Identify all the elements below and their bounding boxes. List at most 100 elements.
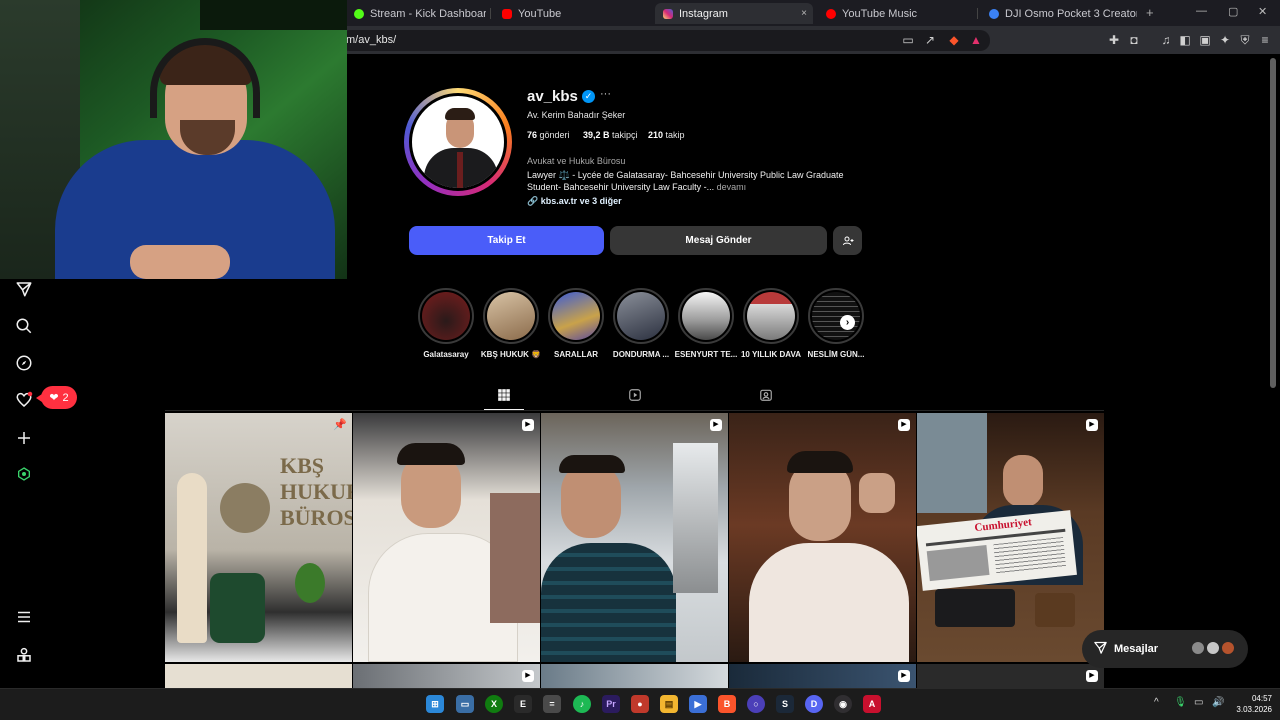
- highlight-esenyurt[interactable]: ESENYURT TE...: [675, 288, 737, 359]
- post-row2-3[interactable]: [541, 664, 728, 688]
- menu-icon[interactable]: ≡: [1257, 32, 1273, 48]
- leo-ai-icon[interactable]: ✦: [1217, 32, 1233, 48]
- notification-badge[interactable]: ❤ 2: [36, 386, 77, 409]
- obs-icon[interactable]: ◉: [834, 695, 852, 713]
- notifications-heart-icon[interactable]: [14, 391, 34, 411]
- cortana-icon[interactable]: ○: [747, 695, 765, 713]
- tab-dji-osmo[interactable]: DJI Osmo Pocket 3 Creator Combo: [981, 3, 1137, 24]
- media-icon[interactable]: ▶: [689, 695, 707, 713]
- post-pinned[interactable]: KBŞ HUKUK BÜROSU 📌: [165, 413, 352, 662]
- reels-tab[interactable]: [626, 388, 644, 404]
- tab-youtube-music[interactable]: YouTube Music: [818, 3, 973, 24]
- highlight-neslim-gun[interactable]: NESLİM GÜN...: [808, 288, 864, 359]
- explore-compass-icon[interactable]: [14, 354, 34, 374]
- cast-icon[interactable]: ▭: [900, 32, 916, 48]
- close-tab-icon[interactable]: ×: [801, 8, 807, 19]
- direct-message-icon: [1093, 640, 1108, 658]
- tab-divider: [490, 8, 491, 19]
- steam-icon[interactable]: S: [776, 695, 794, 713]
- calculator-icon[interactable]: =: [543, 695, 561, 713]
- chair: [490, 493, 540, 623]
- recorder-icon[interactable]: ●: [631, 695, 649, 713]
- highlight-sarallar[interactable]: SARALLAR: [548, 288, 604, 359]
- xbox-icon[interactable]: X: [485, 695, 503, 713]
- share-icon[interactable]: ↗: [922, 32, 938, 48]
- posts-grid-tab[interactable]: [495, 388, 513, 404]
- threads-logo-icon[interactable]: [14, 466, 34, 486]
- file-explorer-icon[interactable]: ▤: [660, 695, 678, 713]
- post-reel-4[interactable]: Cumhuriyet ▶: [917, 413, 1104, 662]
- post-reel-3[interactable]: ▶: [729, 413, 916, 662]
- address-field[interactable]: [340, 30, 990, 51]
- tab-kick-dashboard[interactable]: Stream - Kick Dashboard: [346, 3, 486, 24]
- amd-icon[interactable]: A: [863, 695, 881, 713]
- tagged-tab[interactable]: [757, 388, 775, 404]
- premiere-icon[interactable]: Pr: [602, 695, 620, 713]
- post-row2-4[interactable]: ▶: [729, 664, 916, 688]
- suggested-users-button[interactable]: [833, 226, 862, 255]
- post-reel-2[interactable]: ▶: [541, 413, 728, 662]
- extensions-icon[interactable]: ✚: [1106, 32, 1122, 48]
- tray-overflow-icon[interactable]: ^: [1154, 697, 1159, 708]
- post-row2-2[interactable]: ▶: [353, 664, 540, 688]
- discord-icon[interactable]: D: [805, 695, 823, 713]
- epic-games-icon[interactable]: E: [514, 695, 532, 713]
- volume-icon[interactable]: 🔊: [1212, 697, 1224, 708]
- highlight-kbs-hukuk[interactable]: KBŞ HUKUK 🦁: [481, 288, 541, 359]
- tab-title: DJI Osmo Pocket 3 Creator Combo: [1005, 7, 1137, 20]
- profile-links[interactable]: 🔗 kbs.av.tr ve 3 diğer: [527, 196, 622, 207]
- neon-sign: [200, 0, 347, 30]
- post-row2-1[interactable]: [165, 664, 352, 688]
- youtube-icon: [502, 8, 512, 19]
- maximize-icon[interactable]: ▢: [1228, 5, 1238, 18]
- window: [673, 443, 718, 593]
- highlight-cover: [617, 292, 665, 340]
- highlight-galatasaray[interactable]: Galatasaray: [418, 288, 474, 359]
- minimize-icon[interactable]: —: [1196, 5, 1207, 17]
- brave-rewards-icon[interactable]: ▲: [968, 32, 984, 48]
- tab-instagram[interactable]: Instagram ×: [655, 3, 813, 24]
- windows-start-icon[interactable]: ⊞: [426, 695, 444, 713]
- search-icon[interactable]: [14, 317, 34, 337]
- new-tab-button[interactable]: +: [1146, 5, 1154, 20]
- person-hair: [559, 455, 625, 473]
- following-link[interactable]: 210 takip: [648, 130, 685, 140]
- message-button[interactable]: Mesaj Gönder: [610, 226, 827, 255]
- streamer-hands: [130, 245, 230, 279]
- options-more-icon[interactable]: ···: [600, 88, 611, 100]
- url-text[interactable]: m/av_kbs/: [346, 34, 396, 46]
- reel-badge-icon: ▶: [1086, 670, 1098, 682]
- also-from-meta-icon[interactable]: [14, 646, 34, 666]
- music-icon[interactable]: ♫: [1158, 32, 1174, 48]
- clock-time[interactable]: 04:57: [1236, 694, 1272, 703]
- followers-link[interactable]: 39,2 B takipçi: [583, 130, 638, 140]
- follow-button[interactable]: Takip Et: [409, 226, 604, 255]
- sidebar-toggle-icon[interactable]: ◧: [1177, 32, 1193, 48]
- highlight-dondurma[interactable]: DONDURMA ...: [613, 288, 669, 359]
- newspaper-text: [993, 536, 1067, 575]
- post-reel-1[interactable]: ▶: [353, 413, 540, 662]
- clock-date[interactable]: 3.03.2026: [1230, 705, 1272, 714]
- profile-avatar[interactable]: [409, 93, 507, 191]
- close-window-icon[interactable]: ✕: [1258, 5, 1267, 18]
- reels-icon: [629, 389, 641, 401]
- microphone-icon[interactable]: 🎙: [1174, 697, 1187, 708]
- vpn-shield-icon[interactable]: ⛨: [1237, 32, 1253, 48]
- bio-more-link[interactable]: devamı: [717, 182, 747, 192]
- highlight-cover: [812, 292, 860, 340]
- screenshot-icon[interactable]: ◘: [1126, 32, 1142, 48]
- more-menu-icon[interactable]: [14, 608, 34, 628]
- tab-youtube[interactable]: YouTube: [494, 3, 649, 24]
- spotify-icon[interactable]: ♪: [573, 695, 591, 713]
- highlight-10-yillik-dava[interactable]: 10 YILLIK DAVA: [741, 288, 801, 359]
- page-scrollbar[interactable]: [1270, 58, 1276, 388]
- highlights-next-button[interactable]: ›: [840, 315, 855, 330]
- brave-icon[interactable]: B: [718, 695, 736, 713]
- direct-send-icon[interactable]: [14, 280, 34, 300]
- create-plus-icon[interactable]: [14, 429, 34, 449]
- wallet-icon[interactable]: ▣: [1197, 32, 1213, 48]
- network-icon[interactable]: ▭: [1194, 697, 1203, 708]
- post-row2-5[interactable]: ▶: [917, 664, 1104, 688]
- brave-shields-icon[interactable]: ◆: [946, 32, 962, 48]
- desktop-icon[interactable]: ▭: [456, 695, 474, 713]
